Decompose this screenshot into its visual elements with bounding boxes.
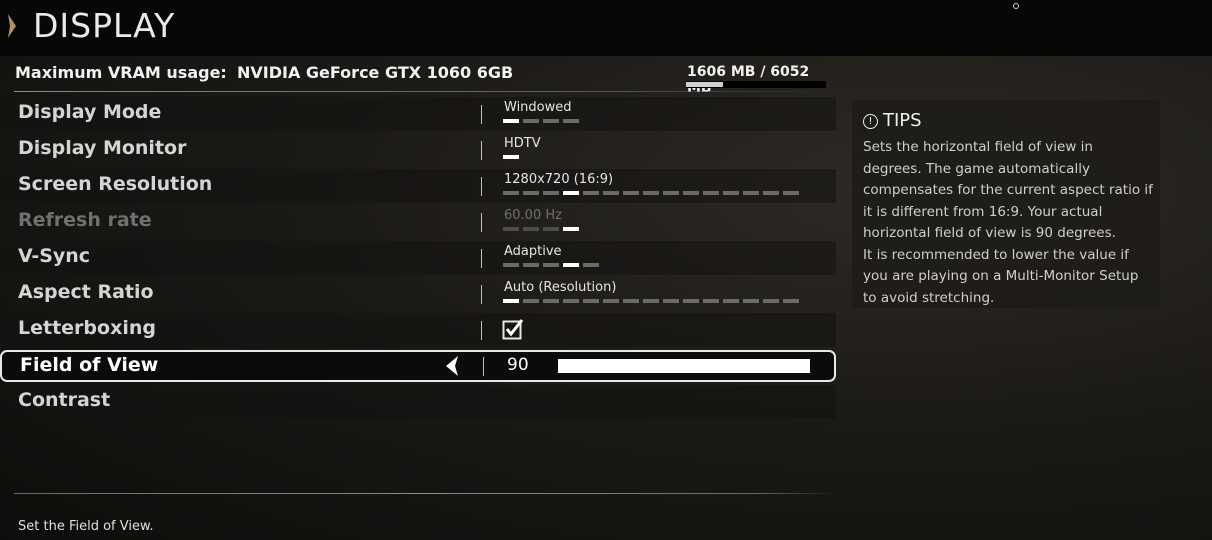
option-segment	[503, 227, 519, 231]
setting-label: Refresh rate	[18, 209, 152, 231]
vram-label: Maximum VRAM usage:	[15, 63, 227, 82]
option-segment	[563, 227, 579, 231]
divider	[481, 213, 482, 232]
setting-value: 60.00 Hz	[504, 208, 562, 223]
option-segment	[523, 263, 539, 267]
footer-hint: Set the Field of View.	[18, 519, 154, 534]
setting-v-sync[interactable]: V-Sync Adaptive	[0, 241, 836, 275]
info-icon: !	[863, 114, 878, 129]
option-segment	[543, 227, 559, 231]
option-segment	[503, 191, 519, 195]
vram-usage-row: Maximum VRAM usage: NVIDIA GeForce GTX 1…	[0, 56, 836, 96]
option-segment	[783, 299, 799, 303]
divider	[483, 357, 484, 376]
fov-value: 90	[507, 355, 529, 375]
option-segment	[623, 191, 639, 195]
title-bar: DISPLAY	[0, 0, 1212, 56]
option-segment	[763, 299, 779, 303]
setting-screen-resolution[interactable]: Screen Resolution 1280x720 (16:9)	[0, 169, 836, 203]
option-segment	[683, 191, 699, 195]
option-segment	[523, 119, 539, 123]
option-segment	[503, 299, 519, 303]
setting-value: Auto (Resolution)	[504, 280, 617, 295]
divider	[14, 91, 836, 92]
option-segment	[643, 191, 659, 195]
option-segment	[503, 119, 519, 123]
option-segment	[603, 191, 619, 195]
option-segment	[523, 227, 539, 231]
option-segment	[563, 191, 579, 195]
page-title: DISPLAY	[33, 6, 176, 45]
option-segment	[583, 299, 599, 303]
option-segment	[523, 191, 539, 195]
option-segment	[543, 263, 559, 267]
option-segment	[663, 299, 679, 303]
gpu-name: NVIDIA GeForce GTX 1060 6GB	[237, 63, 514, 82]
setting-label: Display Mode	[18, 101, 162, 123]
setting-aspect-ratio[interactable]: Aspect Ratio Auto (Resolution)	[0, 277, 836, 311]
tips-text: Sets the horizontal field of view in deg…	[863, 139, 1153, 306]
tips-title: TIPS	[883, 110, 922, 131]
option-segment	[723, 191, 739, 195]
option-segment	[783, 191, 799, 195]
option-segment	[583, 191, 599, 195]
option-segment	[683, 299, 699, 303]
fov-slider[interactable]	[558, 359, 810, 373]
setting-label: Field of View	[20, 354, 159, 376]
setting-label: Contrast	[18, 389, 111, 411]
setting-value: Adaptive	[504, 244, 562, 259]
option-segment	[583, 263, 599, 267]
divider	[481, 141, 482, 160]
divider	[481, 105, 482, 124]
setting-value: Windowed	[504, 100, 572, 115]
option-segment	[703, 191, 719, 195]
option-segment	[503, 155, 519, 159]
divider	[481, 285, 482, 304]
option-segment	[563, 119, 579, 123]
decrease-arrow-icon[interactable]	[446, 356, 462, 376]
setting-contrast[interactable]: Contrast	[0, 385, 836, 419]
setting-field-of-view[interactable]: Field of View 90	[0, 350, 836, 382]
mouse-cursor-icon	[1013, 3, 1019, 9]
setting-label: Display Monitor	[18, 137, 187, 159]
tips-panel: ! TIPS Sets the horizontal field of view …	[852, 100, 1160, 308]
option-segment	[563, 263, 579, 267]
setting-display-monitor[interactable]: Display Monitor HDTV	[0, 133, 836, 167]
option-segment	[623, 299, 639, 303]
setting-label: V-Sync	[18, 245, 91, 267]
divider	[481, 177, 482, 196]
setting-display-mode[interactable]: Display Mode Windowed	[0, 97, 836, 131]
back-chevron-icon[interactable]	[8, 14, 16, 38]
divider	[14, 493, 836, 494]
tips-header: ! TIPS	[863, 110, 922, 131]
option-segment	[563, 299, 579, 303]
divider	[481, 249, 482, 268]
setting-refresh-rate: Refresh rate 60.00 Hz	[0, 205, 836, 239]
fov-slider-fill	[558, 359, 810, 373]
vram-usage-bar	[686, 81, 826, 88]
option-segment	[743, 299, 759, 303]
option-segment	[763, 191, 779, 195]
option-segment	[543, 119, 559, 123]
setting-label: Screen Resolution	[18, 173, 213, 195]
option-segment	[503, 263, 519, 267]
divider	[481, 321, 482, 340]
letterboxing-checkbox[interactable]	[502, 318, 524, 340]
setting-value: HDTV	[504, 136, 541, 151]
option-segment	[523, 299, 539, 303]
option-segment	[703, 299, 719, 303]
option-segment	[543, 191, 559, 195]
option-segment	[643, 299, 659, 303]
setting-label: Letterboxing	[18, 317, 156, 339]
setting-label: Aspect Ratio	[18, 281, 154, 303]
option-segment	[603, 299, 619, 303]
setting-letterboxing[interactable]: Letterboxing	[0, 313, 836, 347]
setting-value: 1280x720 (16:9)	[504, 172, 614, 187]
option-segment	[723, 299, 739, 303]
option-segment	[663, 191, 679, 195]
option-segment	[543, 299, 559, 303]
option-segment	[743, 191, 759, 195]
vram-usage-fill	[686, 82, 723, 87]
